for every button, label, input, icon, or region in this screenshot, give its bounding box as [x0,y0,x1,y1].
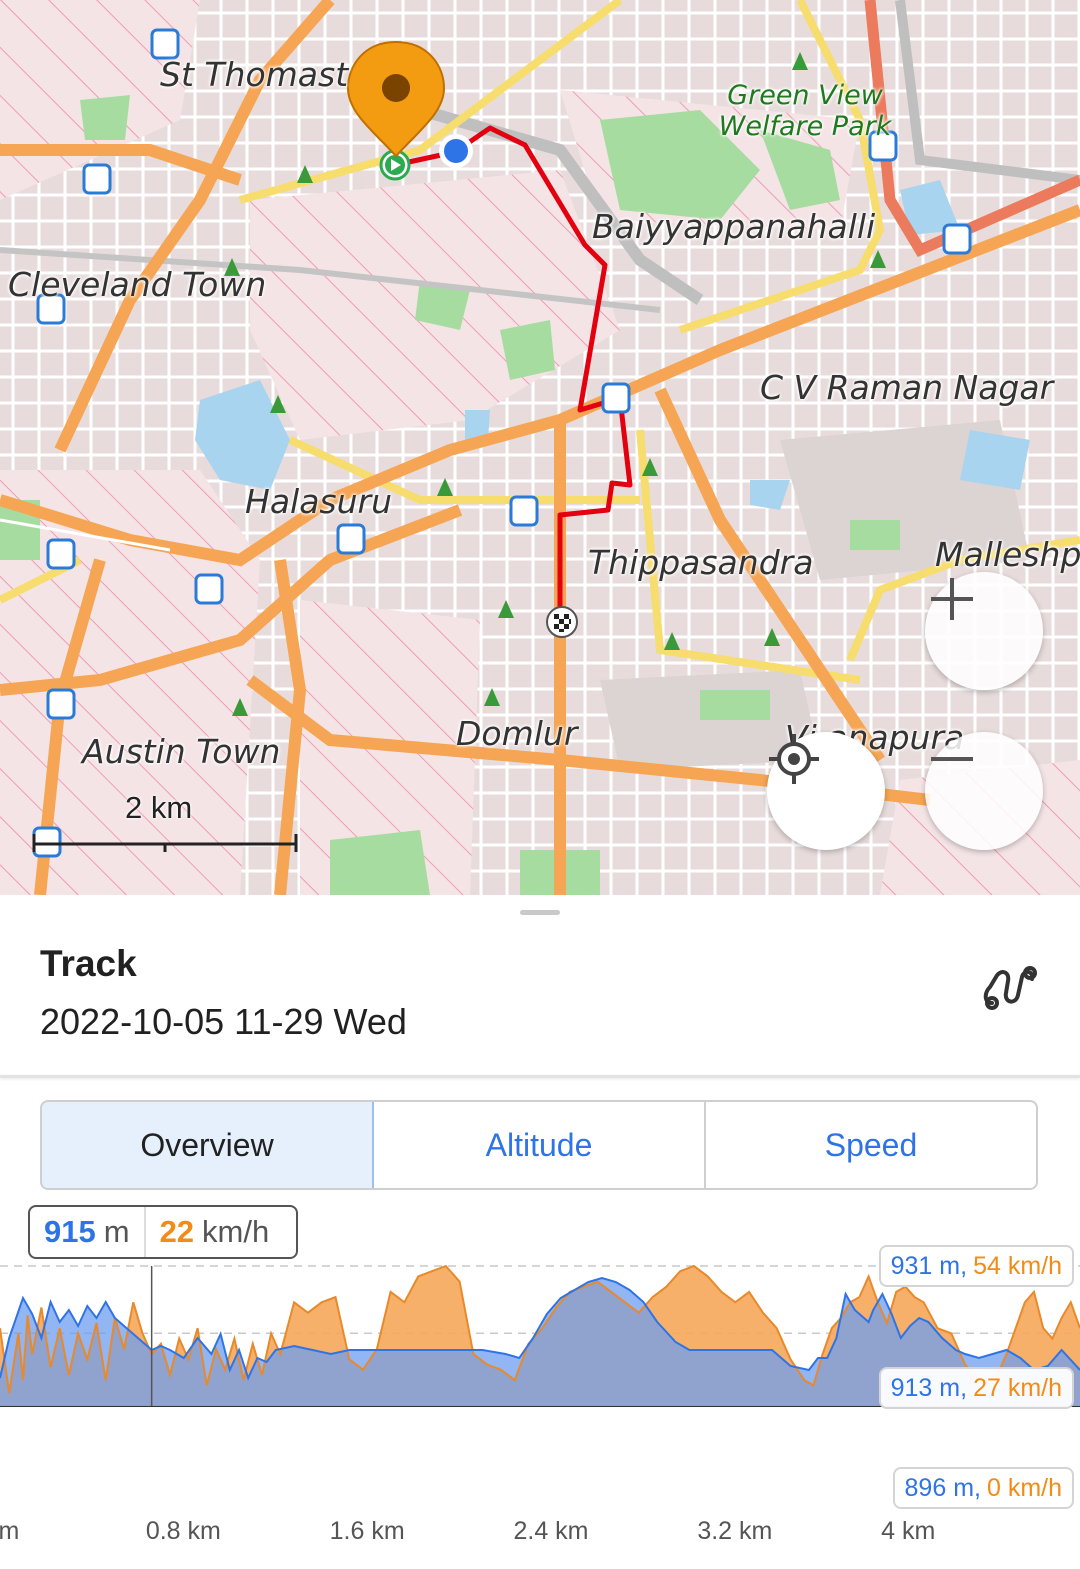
speed-unit: km/h [202,1214,270,1249]
place-label: Domlur [456,714,578,753]
place-label: Malleshp [935,535,1080,574]
y-axis-mid-badge: 913 m, 27 km/h [878,1367,1074,1409]
tab-overview[interactable]: Overview [42,1102,374,1188]
park-area [850,520,900,550]
y-top-altitude: 931 m, [890,1251,968,1280]
current-location-dot [439,134,473,168]
x-axis-tick-label: 1.6 km [329,1517,405,1545]
zoom-in-button[interactable] [925,572,1043,690]
y-top-speed: 54 km/h [973,1251,1062,1280]
place-label: Austin Town [82,732,281,771]
sheet-drag-handle[interactable] [520,910,560,915]
place-label: St Thomast [160,55,349,94]
park-area [80,95,130,140]
y-mid-altitude: 913 m, [890,1373,968,1402]
place-label: C V Raman Nagar [760,368,1054,407]
speed-value: 22 [159,1214,195,1249]
tab-speed[interactable]: Speed [706,1102,1036,1188]
route-icon[interactable] [980,963,1038,1011]
altitude-value: 915 [44,1214,96,1249]
my-location-button[interactable] [767,732,885,850]
map-view[interactable]: St Thomast Green View Welfare Park Baiyy… [0,0,1080,895]
plus-icon [931,578,973,620]
lake [960,430,1030,490]
scale-ruler [32,834,298,852]
y-mid-speed: 27 km/h [973,1373,1062,1402]
y-axis-top-badge: 931 m, 54 km/h [878,1245,1074,1287]
track-date: 2022-10-05 11-29 Wed [40,1001,407,1042]
track-finish-checkered-flag-icon[interactable] [546,606,578,638]
park-area [330,830,430,895]
x-axis-tick-label: 0.8 km [145,1517,221,1545]
scale-bar: 2 km [30,790,300,860]
my-location-icon [769,734,819,784]
x-axis-tick-label: 2.4 km [513,1517,589,1545]
place-label: Cleveland Town [8,265,267,304]
minus-icon [931,757,973,761]
divider [0,1075,1080,1078]
zoom-out-button[interactable] [925,732,1043,850]
x-axis-tick-label: 4 km [881,1517,936,1545]
altitude-unit: m [103,1214,130,1249]
chart-tabs: Overview Altitude Speed [40,1100,1038,1190]
park-label: Green View Welfare Park [718,80,892,142]
park-area [700,690,770,720]
y-bottom-speed: 0 km/h [986,1473,1062,1502]
y-bottom-altitude: 896 m, [904,1473,981,1502]
place-label: Halasuru [245,482,393,521]
x-axis-tick-label: 3.2 km [697,1517,773,1545]
place-label: Thippasandra [588,543,814,582]
x-axis-tick-label: km [0,1517,20,1545]
y-axis-bottom-badge: 896 m, 0 km/h [892,1467,1074,1509]
track-title: Track [40,943,137,984]
tab-altitude[interactable]: Altitude [374,1102,706,1188]
place-label: Baiyyappanahalli [592,207,876,246]
track-bottom-sheet[interactable]: Track 2022-10-05 11-29 Wed Overview Alti… [0,895,1080,1569]
park-area [500,320,555,380]
